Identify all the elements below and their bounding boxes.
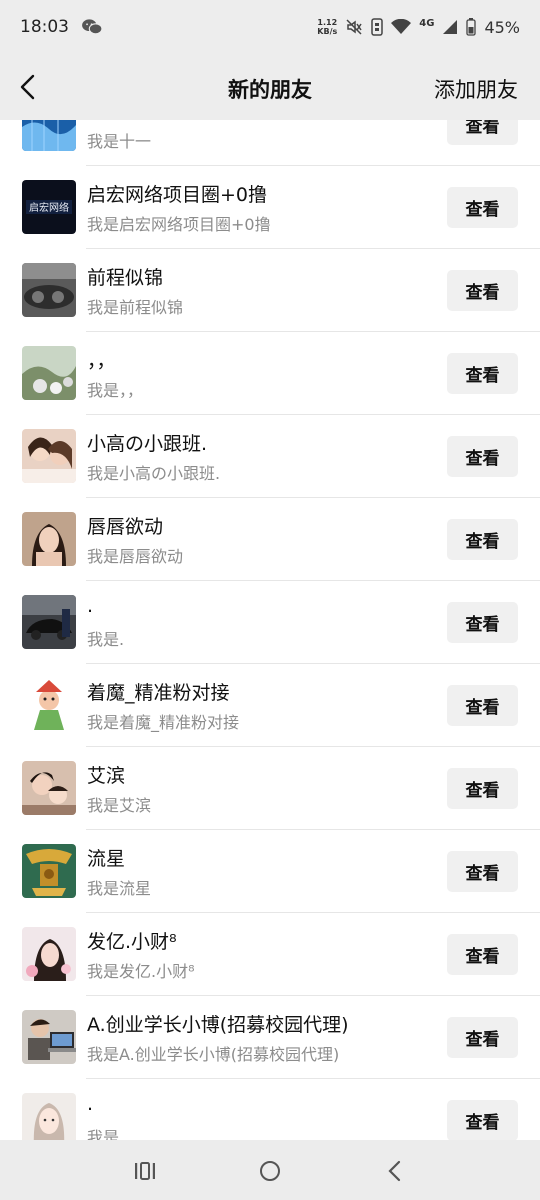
view-button[interactable]: 查看 (447, 519, 518, 560)
avatar[interactable] (22, 1093, 76, 1140)
avatar[interactable] (22, 595, 76, 649)
avatar[interactable] (22, 346, 76, 400)
recent-apps-icon[interactable] (132, 1158, 158, 1184)
friend-request-row[interactable]: A.创业学长小博(招募校园代理) 我是A.创业学长小博(招募校园代理) 查看 (0, 996, 540, 1079)
network-type: 4G (419, 17, 435, 29)
wifi-icon (391, 19, 412, 34)
friend-request-message: 我是着魔_精准粉对接 (87, 713, 240, 732)
friend-name: A.创业学长小博(招募校园代理) (87, 1014, 349, 1036)
home-icon[interactable] (257, 1158, 283, 1184)
friend-request-message: 我是流星 (87, 879, 152, 898)
status-right: 1.12 KB/s 4G 45% (317, 18, 520, 37)
friend-name: 发亿.小财⁸ (87, 931, 177, 953)
view-button[interactable]: 查看 (447, 934, 518, 975)
system-nav-bar (0, 1140, 540, 1200)
avatar[interactable] (22, 761, 76, 815)
friend-request-row[interactable]: 流星我是流星 查看 (0, 830, 540, 913)
friend-request-row[interactable]: 小高の小跟班. 我是小高の小跟班. 查看 (0, 415, 540, 498)
friend-request-message: 我是唇唇欲动 (87, 547, 184, 566)
view-button[interactable]: 查看 (447, 685, 518, 726)
status-time: 18:03 (20, 17, 69, 37)
avatar[interactable] (22, 429, 76, 483)
friend-request-row[interactable]: 艾滨我是艾滨 查看 (0, 747, 540, 830)
friend-request-row[interactable]: 前程似锦我是前程似锦 查看 (0, 249, 540, 332)
friend-name: 启宏网络项目圈+0撸 (87, 184, 268, 206)
battery-percent: 45% (484, 17, 520, 37)
friend-request-message: 我是. (87, 630, 125, 649)
avatar[interactable] (22, 844, 76, 898)
friend-request-row[interactable]: . 我是. 查看 (0, 1079, 540, 1140)
friend-name: . (87, 595, 94, 617)
friend-list[interactable]: ·我是十一查看启宏网络启宏网络项目圈+0撸我是启宏网络项目圈+0撸查看前程似锦我… (0, 120, 540, 1140)
net-speed: 1.12 KB/s (317, 18, 337, 36)
friend-request-row[interactable]: 启宏网络 启宏网络项目圈+0撸 我是启宏网络项目圈+0撸 查看 (0, 166, 540, 249)
avatar[interactable] (22, 263, 76, 317)
net-speed-value: 1.12 (317, 18, 338, 27)
friend-request-message: 我是艾滨 (87, 796, 152, 815)
friend-request-row[interactable]: . 我是. 查看 (0, 581, 540, 664)
friend-request-row[interactable]: 唇唇欲动我是唇唇欲动 查看 (0, 498, 540, 581)
avatar[interactable] (22, 927, 76, 981)
friend-request-message: 我是小高の小跟班. (87, 464, 221, 483)
friend-name: 小高の小跟班. (87, 433, 208, 455)
friend-request-row[interactable]: ，， 我是，， 查看 (0, 332, 540, 415)
view-button[interactable]: 查看 (447, 270, 518, 311)
avatar[interactable] (22, 512, 76, 566)
view-button[interactable]: 查看 (447, 120, 518, 145)
view-button[interactable]: 查看 (447, 768, 518, 809)
status-bar: 18:03 1.12 KB/s 4G 45% (0, 0, 540, 54)
friend-request-row[interactable]: ·我是十一查看 (0, 120, 540, 166)
status-left: 18:03 (20, 17, 103, 37)
friend-name: ，， (87, 350, 116, 372)
friend-name: 艾滨 (87, 765, 126, 787)
avatar[interactable]: 启宏网络 (22, 180, 76, 234)
friend-name: 流星 (87, 848, 126, 870)
back-nav-icon[interactable] (382, 1158, 408, 1184)
friend-request-row[interactable]: 着魔_精准粉对接 我是着魔_精准粉对接 查看 (0, 664, 540, 747)
friend-request-message: 我是十一 (87, 132, 152, 151)
friend-name: 前程似锦 (87, 267, 164, 289)
friend-name: . (87, 1093, 94, 1115)
view-button[interactable]: 查看 (447, 602, 518, 643)
friend-request-message: 我是. (87, 1128, 125, 1140)
friend-name: 着魔_精准粉对接 (87, 682, 230, 704)
mute-icon (346, 19, 362, 35)
view-button[interactable]: 查看 (447, 187, 518, 228)
friend-list-content: ·我是十一查看启宏网络启宏网络项目圈+0撸我是启宏网络项目圈+0撸查看前程似锦我… (0, 120, 540, 1140)
friend-request-message: 我是，， (87, 381, 144, 400)
avatar-logo-text: 启宏网络 (29, 201, 69, 214)
view-button[interactable]: 查看 (447, 1017, 518, 1058)
friend-name: 唇唇欲动 (87, 516, 164, 538)
friend-request-message: 我是A.创业学长小博(招募校园代理) (87, 1045, 340, 1064)
net-speed-unit: KB/s (317, 27, 338, 36)
view-button[interactable]: 查看 (447, 353, 518, 394)
view-button[interactable]: 查看 (447, 851, 518, 892)
friend-request-message: 我是启宏网络项目圈+0撸 (87, 215, 271, 234)
signal-icon (443, 20, 458, 34)
friend-request-message: 我是发亿.小财⁸ (87, 962, 195, 981)
add-friend-button[interactable]: 添加朋友 (434, 74, 518, 104)
nav-bar: 新的朋友 添加朋友 (0, 54, 540, 120)
avatar[interactable] (22, 1010, 76, 1064)
friend-request-row[interactable]: 发亿.小财⁸ 我是发亿.小财⁸ 查看 (0, 913, 540, 996)
friend-request-message: 我是前程似锦 (87, 298, 184, 317)
avatar[interactable] (22, 120, 76, 151)
view-button[interactable]: 查看 (447, 1100, 518, 1140)
view-button[interactable]: 查看 (447, 436, 518, 477)
sim-icon (371, 18, 384, 36)
avatar[interactable] (22, 678, 76, 732)
wechat-icon (82, 19, 103, 35)
battery-icon (466, 18, 477, 36)
